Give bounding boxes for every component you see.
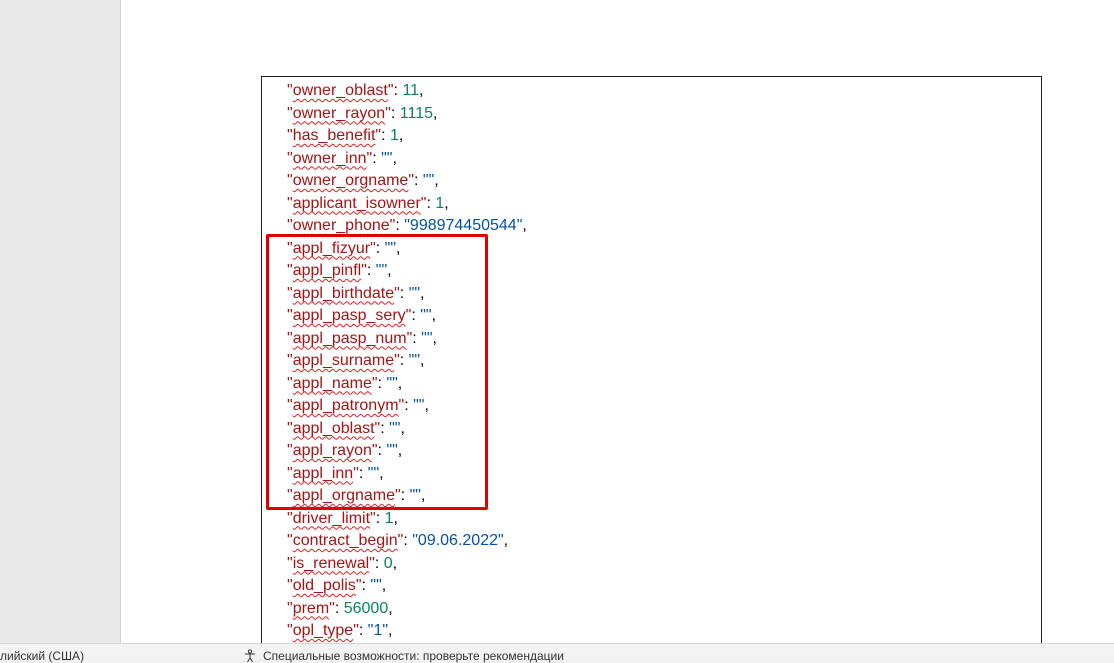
comma: , [398, 127, 404, 144]
json-key: old_polis [292, 577, 356, 594]
json-key: owner_rayon [292, 104, 386, 122]
colon: : [334, 599, 344, 617]
json-line: "contract_begin": "09.06.2022", [287, 530, 508, 552]
json-line: "opl_type": "1", [287, 620, 392, 642]
colon: : [358, 622, 368, 639]
json-value: "" [370, 577, 382, 594]
json-value: 0 [383, 554, 393, 572]
comma: , [392, 149, 397, 167]
comma: , [419, 82, 424, 99]
comma: , [388, 599, 393, 617]
json-line: "applicant_isowner": 1, [287, 193, 449, 215]
json-value: "" [381, 149, 393, 167]
json-value: 1 [384, 509, 394, 527]
comma: , [522, 217, 527, 234]
json-key: owner_phone [292, 217, 390, 234]
colon: : [426, 194, 436, 212]
colon: : [381, 127, 390, 144]
json-key: contract_begin [292, 532, 398, 549]
colon: : [375, 509, 385, 527]
json-value: 1 [435, 194, 445, 212]
comma: , [503, 532, 509, 549]
json-value: 56000 [343, 599, 389, 617]
status-language[interactable]: лийский (США) [0, 649, 84, 663]
comma: , [434, 172, 439, 189]
comma: , [388, 622, 393, 639]
json-line: "prem": 56000, [287, 598, 393, 620]
left-margin-panel [0, 0, 121, 643]
comma: , [432, 104, 438, 122]
json-line: "owner_rayon": 1115, [287, 103, 437, 125]
json-value: "" [422, 172, 435, 189]
status-accessibility-text: Специальные возможности: проверьте реком… [263, 649, 564, 663]
comma: , [381, 577, 387, 594]
json-line: "owner_orgname": "", [287, 170, 439, 192]
comma: , [444, 194, 449, 212]
colon: : [374, 554, 384, 572]
json-value: 1 [390, 127, 399, 144]
json-line: "driver_limit": 1, [287, 508, 398, 530]
json-line: "old_polis": "", [287, 575, 386, 597]
accessibility-icon [245, 649, 255, 663]
json-key: applicant_isowner [292, 194, 421, 212]
colon: : [372, 149, 382, 167]
json-key: owner_orgname [292, 172, 409, 189]
colon: : [403, 532, 413, 549]
json-value: 1115 [399, 104, 433, 122]
json-value: "998974450544" [404, 217, 523, 234]
json-line: "has_benefit": 1, [287, 125, 403, 147]
json-key: prem [292, 599, 330, 617]
json-value: "1" [367, 622, 389, 639]
json-key: owner_inn [292, 149, 367, 167]
comma: , [393, 509, 398, 527]
json-key: has_benefit [292, 127, 376, 144]
status-bar: лийский (США) Специальные возможности: п… [0, 643, 1114, 663]
comma: , [392, 554, 398, 572]
json-line: "owner_inn": "", [287, 148, 397, 170]
json-key: is_renewal [292, 554, 370, 572]
json-key: owner_oblast [292, 82, 388, 99]
json-key: driver_limit [292, 509, 371, 527]
json-line: "owner_oblast": 11, [287, 80, 424, 102]
highlight-rectangle [266, 234, 488, 510]
json-value: 11 [402, 82, 420, 99]
status-accessibility[interactable]: Специальные возможности: проверьте реком… [243, 649, 564, 663]
json-value: "09.06.2022" [412, 532, 504, 549]
colon: : [414, 172, 423, 189]
json-key: opl_type [292, 622, 354, 639]
colon: : [390, 104, 400, 122]
colon: : [395, 217, 405, 234]
json-line: "is_renewal": 0, [287, 553, 397, 575]
